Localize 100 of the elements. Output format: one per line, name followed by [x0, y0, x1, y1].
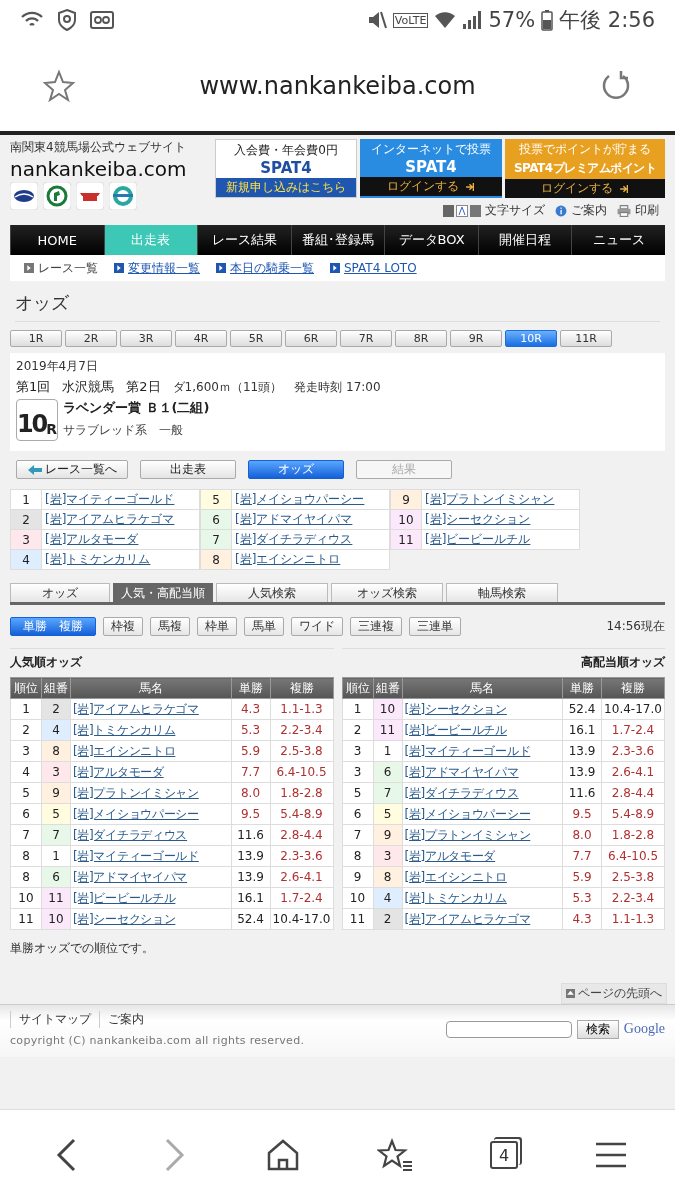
horse-link[interactable]: [岩]アドマイヤイパマ	[404, 764, 519, 779]
note-text: 単勝オッズでの順位です。	[10, 940, 155, 957]
subnav-link[interactable]: 変更情報一覧	[128, 259, 200, 277]
bet-type-button[interactable]: 枠複	[103, 617, 143, 636]
race-tab[interactable]: 7R	[340, 330, 392, 347]
horse-link[interactable]: [岩]アイアムヒラケゴマ	[45, 511, 175, 528]
odds-tab[interactable]: 軸馬検索	[446, 583, 558, 602]
horse-link[interactable]: [岩]マイティーゴールド	[404, 743, 531, 758]
font-size-icon[interactable]	[443, 204, 481, 217]
search-field[interactable]	[445, 1020, 572, 1038]
banner-title: SPAT4	[260, 159, 312, 177]
page-top-link[interactable]: ページの先頭へ	[561, 983, 667, 1004]
race-tab[interactable]: 4R	[175, 330, 227, 347]
horse-link[interactable]: [岩]ビービールチル	[425, 531, 531, 548]
horse-link[interactable]: [岩]マイティーゴールド	[45, 491, 175, 508]
bookmarks-icon[interactable]	[377, 1138, 413, 1172]
race-nav-button[interactable]: 出走表	[140, 460, 236, 479]
guide-link[interactable]: ご案内	[571, 202, 607, 219]
horse-link[interactable]: [岩]シーセクション	[404, 701, 507, 716]
horse-link[interactable]: [岩]トミケンカリム	[73, 722, 176, 737]
subnav-link[interactable]: 本日の騎乗一覧	[230, 259, 314, 277]
horse-link[interactable]: [岩]マイティーゴールド	[73, 848, 199, 863]
horse-link[interactable]: [岩]アルタモーダ	[45, 531, 139, 548]
horse-link[interactable]: [岩]プラトンイミシャン	[404, 827, 531, 842]
venue-logo-icon[interactable]	[109, 182, 137, 210]
odds-tab[interactable]: 人気・高配当順	[113, 583, 213, 602]
bet-type-button[interactable]: 三連単	[409, 617, 461, 636]
horse-link[interactable]: [岩]アイアムヒラケゴマ	[404, 911, 531, 926]
horse-link[interactable]: [岩]トミケンカリム	[45, 551, 151, 568]
rank-cell: 8	[10, 845, 42, 867]
menu-icon[interactable]	[595, 1141, 627, 1169]
race-tab[interactable]: 2R	[65, 330, 117, 347]
bet-type-button[interactable]: 枠単	[197, 617, 237, 636]
footer-link[interactable]: ご案内	[99, 1011, 152, 1028]
horse-link[interactable]: [岩]ダイチラディウス	[404, 785, 519, 800]
horse-link[interactable]: [岩]ビービールチル	[404, 722, 507, 737]
odds-tab[interactable]: オッズ検索	[331, 583, 443, 602]
horse-link[interactable]: [岩]ダイチラディウス	[235, 531, 353, 548]
text-size-label: 文字サイズ	[485, 202, 545, 219]
page-title: オッズ	[15, 291, 660, 322]
venue-logo-icon[interactable]	[76, 182, 104, 210]
horse-link[interactable]: [岩]ダイチラディウス	[73, 827, 188, 842]
bet-type-button[interactable]: 馬単	[244, 617, 284, 636]
meeting-label: 第1回	[16, 378, 51, 396]
odds-tab[interactable]: 人気検索	[216, 583, 328, 602]
horse-link[interactable]: [岩]シーセクション	[425, 511, 531, 528]
site-logo[interactable]: nankankeiba.com	[10, 157, 187, 181]
rank-cell: 7	[10, 824, 42, 846]
race-tab[interactable]: 11R	[560, 330, 612, 347]
race-tab[interactable]: 3R	[120, 330, 172, 347]
subnav-link[interactable]: SPAT4 LOTO	[344, 261, 417, 275]
race-tab[interactable]: 1R	[10, 330, 62, 347]
odds-tab[interactable]: オッズ	[10, 583, 110, 602]
race-tab[interactable]: 5R	[230, 330, 282, 347]
print-link[interactable]: 印刷	[635, 202, 659, 219]
horse-link[interactable]: [岩]アイアムヒラケゴマ	[73, 701, 199, 716]
horse-link[interactable]: [岩]アドマイヤイパマ	[235, 511, 353, 528]
horse-link[interactable]: [岩]アドマイヤイパマ	[73, 869, 188, 884]
nav-tab[interactable]: HOME	[10, 225, 104, 255]
bet-type-button[interactable]: ワイド	[291, 617, 343, 636]
subnav-link[interactable]: レース一覧	[38, 259, 98, 277]
home-icon[interactable]	[266, 1138, 300, 1172]
venue-logo-icon[interactable]	[10, 182, 38, 210]
horse-link[interactable]: [岩]アルタモーダ	[73, 764, 164, 779]
horse-link[interactable]: [岩]メイショウパーシー	[404, 806, 531, 821]
spat4-banner[interactable]: インターネットで投票 SPAT4 ログインする	[360, 139, 502, 198]
race-tab[interactable]: 8R	[395, 330, 447, 347]
horse-link[interactable]: [岩]シーセクション	[73, 911, 176, 926]
bullet-icon	[24, 263, 34, 273]
bookmark-star-icon[interactable]	[42, 68, 76, 103]
race-tab[interactable]: 9R	[450, 330, 502, 347]
footer-link[interactable]: サイトマップ	[10, 1011, 99, 1028]
spat4-banner[interactable]: 投票でポイントが貯まる SPAT4プレミアムポイント ログインする	[505, 139, 665, 198]
horse-link[interactable]: [岩]プラトンイミシャン	[73, 785, 199, 800]
bet-type-button[interactable]: 単勝 複勝	[10, 617, 96, 636]
horse-link[interactable]: [岩]トミケンカリム	[404, 890, 507, 905]
horse-link[interactable]: [岩]メイショウパーシー	[235, 491, 365, 508]
race-tab[interactable]: 6R	[285, 330, 337, 347]
horse-link[interactable]: [岩]ビービールチル	[73, 890, 176, 905]
url-field[interactable]: www.nankankeiba.com	[199, 71, 476, 100]
horse-link[interactable]: [岩]エイシンニトロ	[404, 869, 507, 884]
horse-link[interactable]: [岩]エイシンニトロ	[73, 743, 176, 758]
nav-tab[interactable]: データBOX	[384, 225, 478, 255]
nav-tab[interactable]: 開催日程	[477, 225, 572, 255]
horse-link[interactable]: [岩]アルタモーダ	[404, 848, 496, 863]
nav-tab[interactable]: ニュース	[571, 225, 666, 255]
bet-type-button[interactable]: 三連複	[350, 617, 402, 636]
race-nav-button[interactable]: レース一覧へ	[16, 460, 128, 479]
bet-type-button[interactable]: 馬複	[150, 617, 190, 636]
search-button[interactable]: 検索	[576, 1019, 619, 1039]
horse-link[interactable]: [岩]エイシンニトロ	[235, 551, 341, 568]
venue-logo-icon[interactable]	[43, 182, 71, 210]
nav-tab[interactable]: レース結果	[197, 225, 291, 255]
spat4-banner[interactable]: 入会費・年会費0円 SPAT4 新規申し込みはこちら	[215, 139, 357, 198]
horse-link[interactable]: [岩]メイショウパーシー	[73, 806, 199, 821]
nav-tab[interactable]: 番組･登録馬	[290, 225, 385, 255]
race-nav-button[interactable]: オッズ	[248, 460, 344, 479]
horse-number: 7	[201, 530, 232, 549]
place-odds-cell: 10.4-17.0	[601, 698, 665, 720]
horse-link[interactable]: [岩]プラトンイミシャン	[425, 491, 555, 508]
